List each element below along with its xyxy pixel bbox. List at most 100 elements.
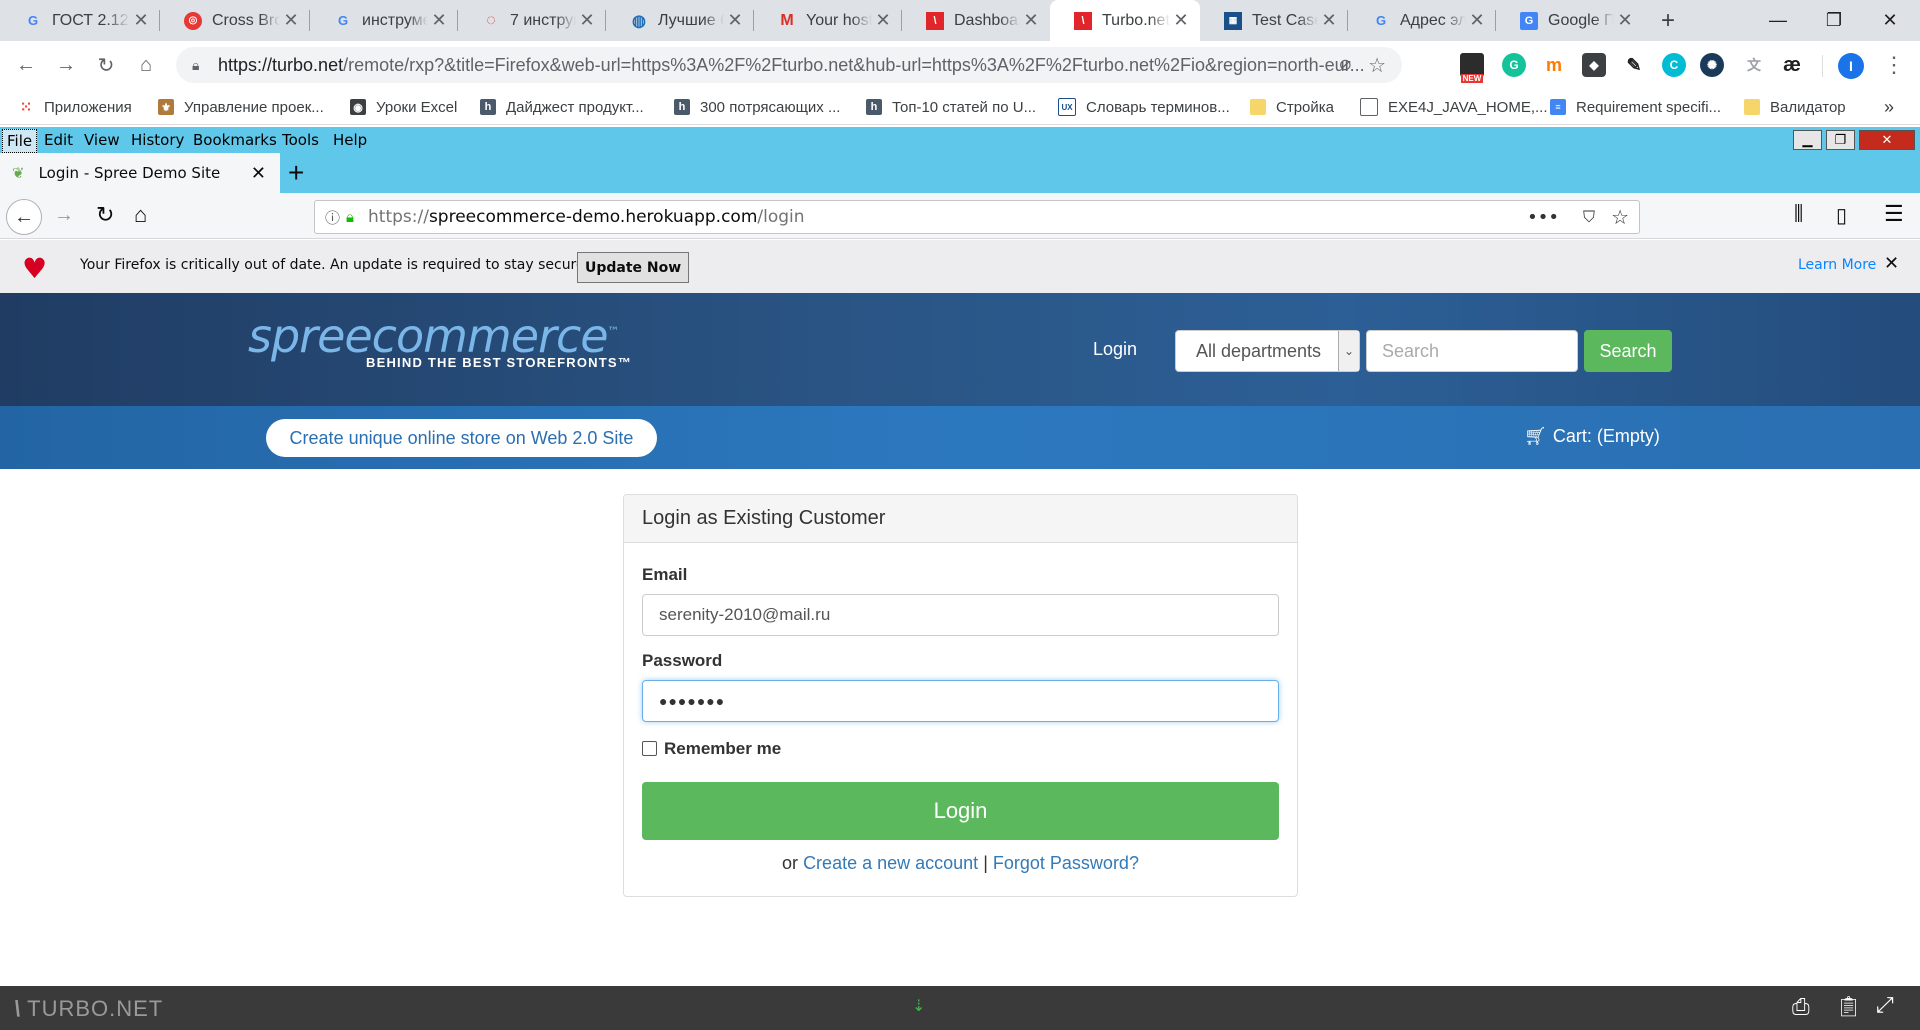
translate-icon[interactable]: 文 xyxy=(1742,53,1766,77)
menu-bookmarks[interactable]: Bookmarks xyxy=(193,127,277,153)
ff-restore-button[interactable]: ❐ xyxy=(1826,130,1855,150)
close-icon[interactable]: ✕ xyxy=(724,10,746,31)
ff-home-icon[interactable]: ⌂ xyxy=(134,202,147,228)
search-input[interactable]: Search xyxy=(1366,330,1578,372)
new-tab-button[interactable]: + xyxy=(1640,0,1696,41)
print-icon[interactable]: ⎙ xyxy=(1792,994,1810,1020)
chrome-tab[interactable]: G Адрес эле ✕ xyxy=(1348,0,1496,41)
evernote-icon[interactable]: ✎ xyxy=(1622,53,1646,77)
close-icon[interactable]: ✕ xyxy=(1466,10,1488,31)
search-button[interactable]: Search xyxy=(1584,330,1672,372)
reload-icon[interactable]: ↻ xyxy=(90,49,122,81)
restore-button[interactable]: ❐ xyxy=(1806,0,1862,41)
grammarly-icon[interactable]: G xyxy=(1502,53,1526,77)
bookmark-item[interactable]: ⚜ Управление проек... xyxy=(158,89,324,125)
close-icon[interactable]: ✕ xyxy=(1884,253,1899,274)
chrome-tab[interactable]: ▦ Test Cases ✕ xyxy=(1200,0,1348,41)
close-icon[interactable]: ✕ xyxy=(251,163,266,184)
create-store-button[interactable]: Create unique online store on Web 2.0 Si… xyxy=(266,419,657,457)
bookmark-item[interactable]: EXE4J_JAVA_HOME,... xyxy=(1360,89,1548,125)
update-now-button[interactable]: Update Now xyxy=(577,252,690,283)
bookmarks-overflow-button[interactable]: » xyxy=(1884,89,1894,125)
bookmark-item[interactable]: ◉ Уроки Excel xyxy=(350,89,457,125)
chrome-tab[interactable]: ◌ 7 инструм ✕ xyxy=(458,0,606,41)
chrome-tab[interactable]: G Google По ✕ xyxy=(1496,0,1644,41)
bookmark-apps[interactable]: ⁙ Приложения xyxy=(18,89,132,125)
c-icon[interactable]: C xyxy=(1662,53,1686,77)
close-icon[interactable]: ✕ xyxy=(576,10,598,31)
remember-me-label[interactable]: Remember me xyxy=(664,739,781,759)
learn-more-link[interactable]: Learn More xyxy=(1798,257,1876,273)
bookmark-item[interactable]: h Дайджест продукт... xyxy=(480,89,644,125)
create-account-link[interactable]: Create a new account xyxy=(803,853,978,873)
web-icon[interactable]: ✺ xyxy=(1700,53,1724,77)
close-icon[interactable]: ✕ xyxy=(428,10,450,31)
bookmark-item[interactable]: ≡ Requirement specifi... xyxy=(1550,89,1721,125)
ff-minimize-button[interactable]: ▁ xyxy=(1793,130,1822,150)
close-icon[interactable]: ✕ xyxy=(1020,10,1042,31)
chrome-tab[interactable]: G инструмен ✕ xyxy=(310,0,458,41)
sidebar-icon[interactable]: ▯ xyxy=(1836,203,1847,228)
ff-close-button[interactable]: ✕ xyxy=(1859,130,1915,150)
bookmark-item[interactable]: UX Словарь терминов... xyxy=(1058,89,1230,125)
bookmark-star-icon[interactable]: ☆ xyxy=(1611,205,1629,229)
chrome-tab[interactable]: ◍ Лучшие 6 ✕ xyxy=(606,0,754,41)
menu-help[interactable]: Help xyxy=(333,127,367,153)
moz-icon[interactable]: m xyxy=(1542,53,1566,77)
minimize-button[interactable]: — xyxy=(1750,0,1806,41)
chrome-tab[interactable]: \ Dashboard ✕ xyxy=(902,0,1050,41)
kebab-menu-icon[interactable]: ⋮ xyxy=(1878,49,1910,81)
pocket-icon[interactable]: ⛉ xyxy=(1583,207,1595,227)
ff-new-tab-button[interactable]: + xyxy=(288,157,304,189)
close-icon[interactable]: ✕ xyxy=(1170,10,1192,31)
menu-edit[interactable]: Edit xyxy=(44,127,73,153)
ff-reload-icon[interactable]: ↻ xyxy=(96,202,114,228)
remember-me-checkbox[interactable] xyxy=(642,741,657,756)
info-icon[interactable]: ⓘ xyxy=(325,207,340,228)
ff-back-arrow-icon[interactable]: ← xyxy=(6,199,42,235)
close-icon[interactable]: ✕ xyxy=(1318,10,1340,31)
login-button[interactable]: Login xyxy=(642,782,1279,840)
close-icon[interactable]: ✕ xyxy=(130,10,152,31)
email-field[interactable]: serenity-2010@mail.ru xyxy=(642,594,1279,636)
password-field[interactable]: ●●●●●●● xyxy=(642,680,1279,722)
shield-icon[interactable]: ◆ xyxy=(1582,53,1606,77)
library-icon[interactable]: ⫼ xyxy=(1794,203,1803,226)
chrome-tab[interactable]: ◎ Cross Brow ✕ xyxy=(160,0,310,41)
blocked-icon[interactable]: ⊘ xyxy=(1339,55,1352,75)
cart-link[interactable]: 🛒︎ Cart: (Empty) xyxy=(1524,426,1660,447)
ext-new-icon[interactable]: NEW xyxy=(1460,53,1484,83)
menu-history[interactable]: History xyxy=(131,127,184,153)
fullscreen-icon[interactable]: ⤢ xyxy=(1876,992,1894,1018)
chrome-tab[interactable]: G ГОСТ 2.12 ✕ xyxy=(0,0,160,41)
bookmark-item[interactable]: h Топ-10 статей по U... xyxy=(866,89,1036,125)
close-icon[interactable]: ✕ xyxy=(280,10,302,31)
chrome-tab[interactable]: M Your hoste ✕ xyxy=(754,0,902,41)
forgot-password-link[interactable]: Forgot Password? xyxy=(993,853,1139,873)
avatar[interactable]: I xyxy=(1838,53,1864,79)
firefox-tab-active[interactable]: ❦ Login - Spree Demo Site ✕ xyxy=(0,153,280,193)
bookmark-folder[interactable]: Стройка xyxy=(1250,89,1334,125)
back-arrow-icon[interactable]: ← xyxy=(10,49,42,81)
bookmark-item[interactable]: h 300 потрясающих ... xyxy=(674,89,840,125)
menu-tools[interactable]: Tools xyxy=(282,127,319,153)
bookmark-folder[interactable]: Валидатор xyxy=(1744,89,1846,125)
menu-view[interactable]: View xyxy=(84,127,120,153)
hamburger-menu-icon[interactable]: ☰ xyxy=(1884,201,1904,227)
ff-address-bar[interactable]: ⓘ 🔒︎ https://spreecommerce-demo.herokuap… xyxy=(314,200,1640,234)
address-bar[interactable]: 🔒︎ https://turbo.net/remote/rxp?&title=F… xyxy=(176,47,1402,83)
forward-arrow-icon[interactable]: → xyxy=(50,49,82,81)
home-icon[interactable]: ⌂ xyxy=(130,49,162,81)
close-window-button[interactable]: ✕ xyxy=(1862,0,1918,41)
clipboard-icon[interactable]: 📋︎ xyxy=(1836,994,1861,1019)
menu-file[interactable]: File xyxy=(2,129,38,153)
chrome-tab-active[interactable]: \ Turbo.net ✕ xyxy=(1050,0,1200,41)
close-icon[interactable]: ✕ xyxy=(1614,10,1636,31)
header-login-link[interactable]: Login xyxy=(1093,339,1137,360)
ff-forward-arrow-icon[interactable]: → xyxy=(54,204,74,227)
close-icon[interactable]: ✕ xyxy=(872,10,894,31)
ae-icon[interactable]: æ xyxy=(1780,53,1804,77)
department-select[interactable]: All departments ⌄ xyxy=(1175,330,1360,372)
page-actions-icon[interactable]: ••• xyxy=(1527,207,1559,228)
star-icon[interactable]: ☆ xyxy=(1368,53,1386,78)
